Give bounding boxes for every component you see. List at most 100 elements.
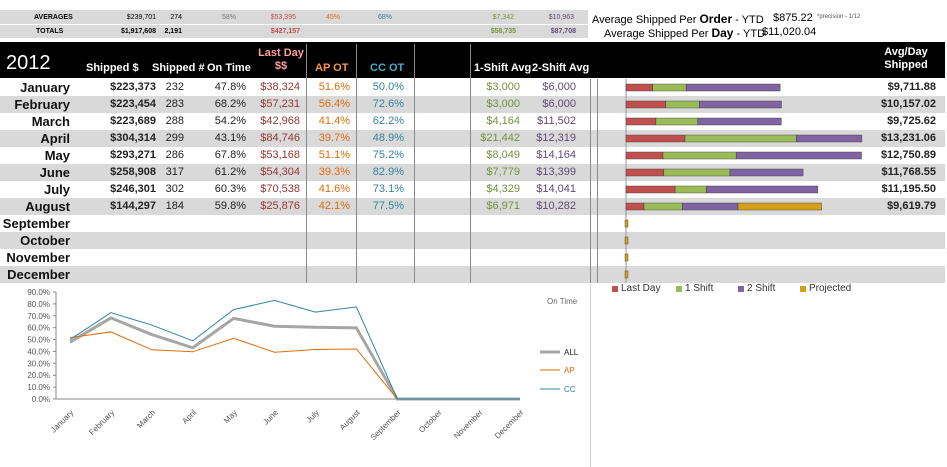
- legend-swatch: [612, 286, 618, 292]
- legend-label: Projected: [809, 283, 852, 294]
- cell-on-time: 61.2%: [214, 166, 246, 178]
- y-tick-label: 30.0%: [27, 359, 50, 368]
- y-tick-label: 50.0%: [27, 336, 50, 345]
- bar-segment-projected: [737, 202, 822, 211]
- cell-shift1: $3,000: [486, 81, 520, 93]
- bar-segment-last-day: [625, 168, 665, 177]
- cell-ap-ot: 51.6%: [318, 81, 350, 93]
- ytd-per-day-value: $11,020.04: [762, 26, 817, 38]
- avg-on-time: 58%: [221, 14, 236, 21]
- legend-label: Last Day: [621, 283, 661, 294]
- avg-shift2: $10,963: [548, 14, 574, 21]
- cell-ap-ot: 39.3%: [318, 166, 350, 178]
- avg-shift1: $7,342: [492, 14, 514, 21]
- cell-shift2: $12,319: [536, 132, 576, 144]
- cell-count: 288: [165, 115, 184, 127]
- col-last-day-header: Last Day $$: [258, 47, 304, 72]
- x-tick-label: August: [338, 408, 363, 433]
- bar-segment-empty: [624, 253, 629, 262]
- month-label: December: [7, 267, 70, 282]
- cell-shift2: $10,282: [536, 200, 576, 212]
- ytd-per-order-value: $875.22: [773, 12, 813, 24]
- on-time-line-chart: 90.0% 80.0% 70.0% 60.0% 50.0% 40.0% 30.0% 20.0%…: [27, 288, 578, 442]
- cell-cc-ot: 62.2%: [372, 115, 404, 127]
- total-shift1: $58,735: [490, 28, 516, 35]
- x-tick-label: January: [49, 408, 75, 434]
- avg-last-day: $53,395: [270, 14, 296, 21]
- month-label: October: [20, 233, 70, 248]
- cell-avg-day: $12,750.89: [880, 149, 936, 161]
- col-count-header: Shipped #: [152, 62, 205, 74]
- cell-cc-ot: 48.9%: [372, 132, 404, 144]
- col-on-time-header: On Time: [207, 62, 251, 74]
- legend-label: 2 Shift: [747, 283, 776, 294]
- header-bar: [0, 42, 945, 78]
- month-label: February: [14, 97, 70, 112]
- precision-note: *precision - 1/12: [817, 14, 861, 20]
- cell-shift2: $13,399: [536, 166, 576, 178]
- cell-on-time: 43.1%: [214, 132, 246, 144]
- cell-count: 317: [165, 166, 184, 178]
- cell-count: 286: [165, 149, 184, 161]
- cell-cc-ot: 73.1%: [372, 183, 404, 195]
- cell-shift2: $14,164: [536, 149, 576, 161]
- bar-segment-2-shift: [796, 134, 863, 143]
- cell-cc-ot: 77.5%: [372, 200, 404, 212]
- bar-segment-2-shift: [706, 185, 819, 194]
- bar-segment-1-shift: [663, 168, 731, 177]
- shipments-bar-chart: [624, 79, 863, 283]
- bar-segment-1-shift: [662, 151, 737, 160]
- y-tick-label: 0.0%: [32, 395, 50, 404]
- cell-shift2: $6,000: [542, 81, 576, 93]
- bar-segment-1-shift: [684, 134, 797, 143]
- series-line-all: [69, 316, 520, 401]
- bar-segment-1-shift: [652, 83, 687, 92]
- y-tick-label: 70.0%: [27, 312, 50, 321]
- cell-last-day: $84,746: [260, 132, 300, 144]
- series-line-cc: [69, 299, 520, 400]
- cell-ap-ot: 41.6%: [318, 183, 350, 195]
- cell-avg-day: $11,768.55: [881, 166, 936, 178]
- legend-label: 1 Shift: [685, 283, 714, 294]
- month-label: April: [40, 131, 70, 146]
- month-label: August: [25, 199, 70, 214]
- ytd-per-day-label: Average Shipped Per Day - YTD: [604, 26, 766, 40]
- cell-count: 283: [165, 98, 184, 110]
- total-shift2: $87,708: [550, 28, 576, 35]
- divider-ap: [306, 44, 307, 283]
- bar-segment-1-shift: [655, 117, 698, 126]
- line-chart-title: On Time: [547, 297, 578, 306]
- col-ap-ot-header: AP OT: [315, 62, 349, 74]
- legend-swatch: [676, 286, 682, 292]
- col-shift2-header: 2-Shift Avg: [532, 62, 590, 74]
- month-label: May: [44, 148, 70, 163]
- bar-segment-last-day: [625, 202, 645, 211]
- cell-shift1: $21,442: [480, 132, 520, 144]
- cell-count: 184: [165, 200, 184, 212]
- cell-count: 302: [165, 183, 184, 195]
- month-label: July: [43, 182, 70, 197]
- legend-series-label: AP: [564, 366, 575, 375]
- col-shift1-header: 1-Shift Avg: [474, 62, 532, 74]
- x-tick-label: October: [417, 408, 444, 435]
- cell-last-day: $38,324: [260, 81, 300, 93]
- cell-shift1: $8,049: [486, 149, 520, 161]
- cell-on-time: 68.2%: [214, 98, 246, 110]
- cell-avg-day: $9,711.88: [887, 81, 936, 93]
- cell-ap-ot: 51.1%: [318, 149, 350, 161]
- y-tick-label: 80.0%: [27, 300, 50, 309]
- totals-label: TOTALS: [36, 28, 64, 35]
- month-label: March: [31, 114, 70, 129]
- col-shipped-header: Shipped $: [86, 62, 139, 74]
- cell-count: 232: [165, 81, 184, 93]
- legend-swatch: [800, 286, 806, 292]
- cell-ap-ot: 39.7%: [318, 132, 350, 144]
- x-tick-label: September: [369, 408, 403, 442]
- bar-segment-last-day: [625, 100, 667, 109]
- cell-cc-ot: 72.6%: [372, 98, 404, 110]
- cell-last-day: $42,968: [260, 115, 300, 127]
- bar-segment-last-day: [625, 185, 676, 194]
- x-tick-label: February: [87, 408, 116, 437]
- x-tick-label: May: [222, 408, 239, 425]
- cell-on-time: 67.8%: [214, 149, 246, 161]
